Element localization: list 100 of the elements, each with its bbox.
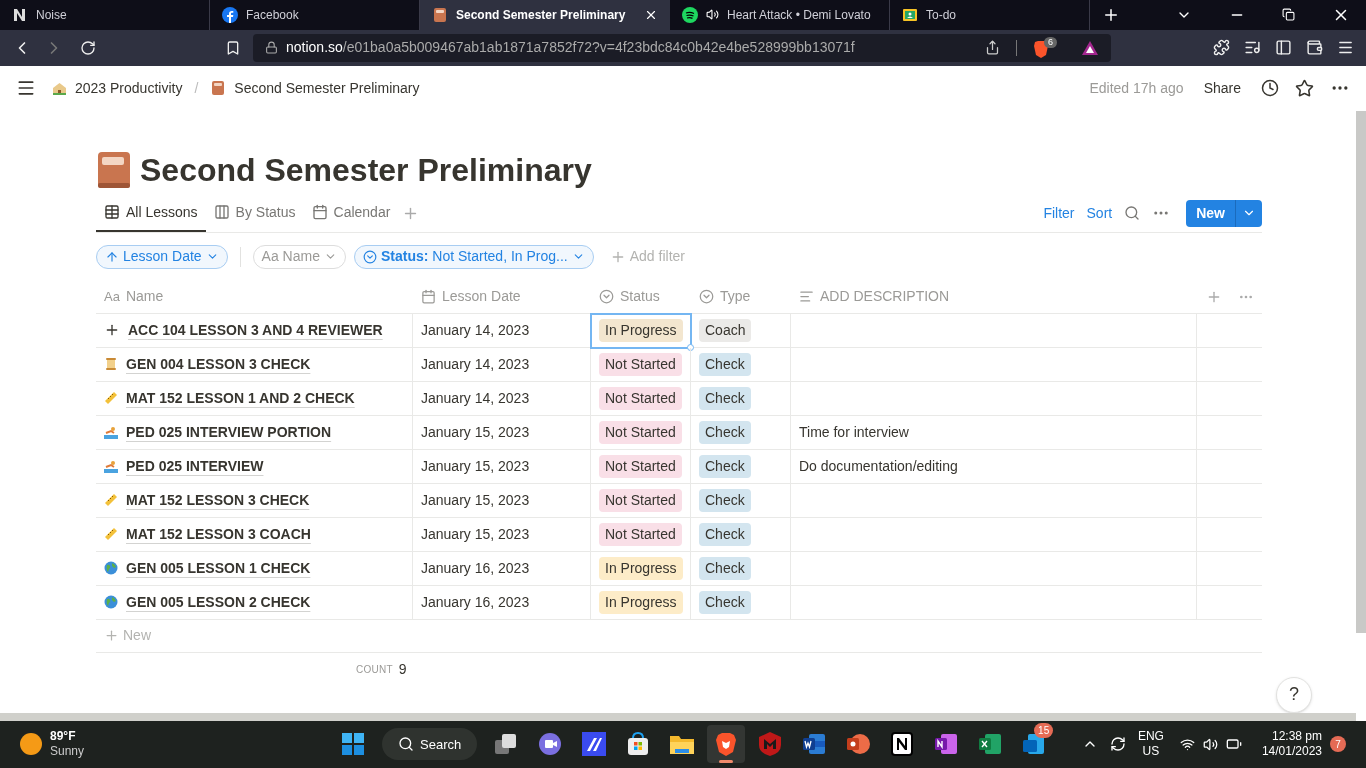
row-title[interactable]: GEN 005 LESSON 1 CHECK — [126, 557, 311, 579]
resize-handle[interactable] — [687, 343, 694, 351]
tab-title: To-do — [926, 6, 958, 24]
description-cell: Time for interview — [791, 415, 1197, 450]
status-filter-chip[interactable]: Status: Not Started, In Prog... — [353, 244, 594, 269]
status-tag: Not Started — [599, 386, 682, 410]
type-cell[interactable]: Check — [691, 585, 791, 620]
breadcrumb-link[interactable]: Second Semester Preliminary — [234, 77, 420, 99]
favorite-icon[interactable] — [1295, 78, 1314, 98]
view-tab[interactable]: Calendar — [303, 194, 399, 232]
count-value: 9 — [398, 660, 407, 680]
status-cell[interactable]: In Progress — [591, 313, 691, 348]
tab-title: Facebook — [246, 6, 300, 24]
clock-time[interactable]: 12:38 pm — [1261, 729, 1322, 745]
view-tab[interactable]: All Lessons — [96, 194, 206, 232]
board-icon — [213, 204, 230, 221]
facebook-logo-icon — [222, 6, 238, 23]
status-cell[interactable]: Not Started — [591, 483, 691, 518]
help-button[interactable]: ? — [1276, 676, 1312, 713]
restore-icon[interactable] — [1282, 8, 1295, 22]
region-text[interactable]: US — [1137, 744, 1164, 760]
status-cell[interactable]: In Progress — [591, 585, 691, 620]
row-title[interactable]: GEN 004 LESSON 3 CHECK — [126, 353, 311, 375]
status-cell[interactable]: Not Started — [591, 415, 691, 450]
type-cell[interactable]: Check — [691, 551, 791, 586]
browser-tab[interactable]: Heart Attack • Demi Lovato — [670, 0, 890, 30]
browser-tab[interactable]: Second Semester Preliminary — [420, 0, 670, 30]
type-cell[interactable]: Check — [691, 415, 791, 450]
clock-date[interactable]: 14/01/2023 — [1261, 744, 1322, 760]
type-tag: Check — [699, 522, 751, 546]
status-cell[interactable]: Not Started — [591, 381, 691, 416]
date-cell: January 14, 2023 — [413, 313, 591, 348]
ruler-icon — [104, 527, 118, 542]
address-field[interactable]: notion.so/e01ba0a5b009467ab1ab1871a7852f72?v=4f23bdc84c0b42e4be528999bb13071f 6 — [253, 33, 1111, 62]
row-title[interactable]: ACC 104 LESSON 3 AND 4 REVIEWER — [128, 319, 383, 341]
view-tab[interactable]: By Status — [205, 194, 304, 232]
browser-tab[interactable]: To-do — [890, 0, 1090, 30]
page-title: Second Semester Preliminary — [140, 150, 592, 190]
search-icon[interactable] — [1124, 205, 1141, 222]
sync-icon[interactable] — [1109, 736, 1126, 753]
new-options-button[interactable] — [1235, 199, 1262, 227]
audio-playing-icon[interactable] — [706, 8, 719, 22]
status-cell[interactable]: Not Started — [591, 449, 691, 484]
windows-start-icon[interactable] — [340, 731, 367, 758]
temperature: 89°F — [50, 729, 77, 745]
row-title[interactable]: PED 025 INTERVIEW — [126, 455, 264, 477]
sidebar-icon[interactable] — [1275, 39, 1292, 57]
type-cell[interactable]: Check — [691, 381, 791, 416]
reload-icon[interactable] — [80, 39, 96, 56]
slash-app-icon[interactable] — [581, 731, 608, 758]
notion-logo-icon[interactable] — [889, 731, 916, 758]
row-title[interactable]: MAT 152 LESSON 1 AND 2 CHECK — [126, 387, 355, 409]
text-property-icon: Aa — [104, 286, 120, 307]
wifi-icon[interactable] — [1179, 736, 1195, 752]
type-tag: Check — [699, 420, 751, 444]
status-cell[interactable]: Not Started — [591, 347, 691, 382]
row-title[interactable]: PED 025 INTERVIEW PORTION — [126, 421, 332, 443]
type-cell[interactable]: Check — [691, 517, 791, 552]
select-property-icon — [699, 289, 714, 305]
bookmark-icon[interactable] — [225, 39, 241, 56]
status-tag: In Progress — [599, 556, 683, 580]
status-cell[interactable]: In Progress — [591, 551, 691, 586]
status-cell[interactable]: Not Started — [591, 517, 691, 552]
filter-button[interactable]: Filter — [1043, 202, 1075, 224]
triangle-rewards-icon[interactable] — [1081, 39, 1099, 56]
row-title[interactable]: MAT 152 LESSON 3 COACH — [126, 523, 311, 545]
status-tag: Not Started — [599, 488, 682, 512]
status-tag: Not Started — [599, 420, 682, 444]
volume-icon[interactable] — [1202, 736, 1218, 752]
shields-button[interactable]: 6 — [1033, 36, 1057, 59]
search-icon — [398, 736, 415, 753]
sort-chip[interactable]: Lesson Date — [96, 244, 228, 269]
row-title[interactable]: GEN 005 LESSON 2 CHECK — [126, 591, 311, 613]
type-cell[interactable]: Check — [691, 483, 791, 518]
extensions-icon[interactable] — [1213, 39, 1230, 57]
sort-button[interactable]: Sort — [1086, 202, 1113, 224]
tab-title: Noise — [36, 6, 68, 24]
browser-tab[interactable]: Noise — [0, 0, 210, 30]
date-cell: January 15, 2023 — [413, 449, 591, 484]
ruler-icon — [104, 391, 118, 406]
share-page-icon[interactable] — [985, 40, 1000, 56]
wallet-icon[interactable] — [1306, 39, 1323, 57]
breadcrumb-link[interactable]: 2023 Productivity — [75, 77, 183, 99]
share-button[interactable]: Share — [1203, 77, 1241, 99]
type-cell[interactable]: Coach — [691, 313, 791, 348]
spotify-logo-icon — [682, 6, 698, 23]
search-button[interactable]: Search — [382, 728, 478, 761]
shield-m-icon[interactable] — [757, 731, 784, 758]
globe-icon — [104, 595, 118, 610]
history-icon[interactable] — [1261, 79, 1279, 98]
horizontal-scrollbar[interactable] — [0, 712, 1356, 721]
vertical-scrollbar[interactable] — [1356, 110, 1366, 633]
text-lines-icon — [799, 289, 814, 305]
row-title[interactable]: MAT 152 LESSON 3 CHECK — [126, 489, 310, 511]
new-button[interactable]: New — [1186, 199, 1235, 227]
type-cell[interactable]: Check — [691, 347, 791, 382]
chat-video-icon[interactable] — [537, 731, 564, 758]
type-cell[interactable]: Check — [691, 449, 791, 484]
language-text[interactable]: ENG — [1137, 729, 1164, 745]
lion-shield-icon — [1033, 39, 1049, 58]
